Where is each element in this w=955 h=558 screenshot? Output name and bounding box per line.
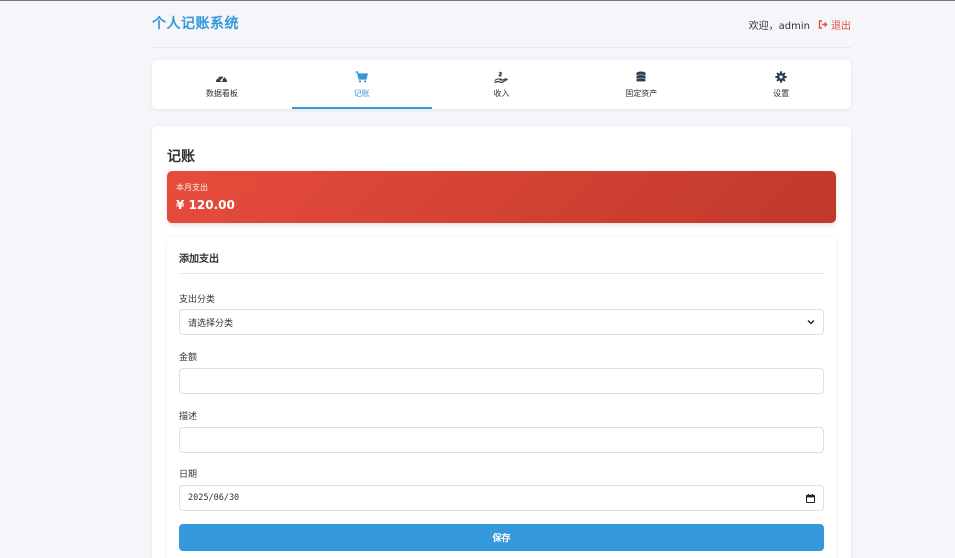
save-button-label: 保存 <box>492 534 511 544</box>
monthly-expense-label: 本月支出 <box>176 183 208 192</box>
form-title: 添加支出 <box>179 254 219 265</box>
nav-label-fixed-assets: 固定资产 <box>625 89 658 98</box>
nav-label-settings: 设置 <box>773 89 790 98</box>
user-box: 欢迎，admin 退出 <box>749 17 851 32</box>
category-select[interactable]: 请选择分类 <box>179 309 824 335</box>
nav-item-settings[interactable]: 设置 <box>711 60 851 109</box>
header: 个人记账系统 欢迎，admin 退出 <box>152 1 851 48</box>
amount-input[interactable] <box>179 368 824 394</box>
description-input[interactable] <box>179 427 824 453</box>
main-nav: 数据看板 记账 收入 固定资产 设置 <box>152 60 851 109</box>
calendar-icon[interactable] <box>806 493 815 503</box>
hand-coin-icon <box>494 71 509 83</box>
sign-out-icon <box>818 19 828 29</box>
date-input[interactable]: 2025/06/30 <box>179 485 824 511</box>
logout-button[interactable]: 退出 <box>818 17 851 32</box>
nav-label-income: 收入 <box>493 89 510 98</box>
add-expense-form: 添加支出 支出分类 请选择分类 金额 描述 日期 2025/06/30 保存 <box>167 237 836 558</box>
nav-item-income[interactable]: 收入 <box>432 60 572 109</box>
nav-label-bookkeeping: 记账 <box>353 89 370 98</box>
app-title: 个人记账系统 <box>152 16 239 32</box>
monthly-expense-value: ¥ 120.00 <box>176 198 235 212</box>
date-label: 日期 <box>179 470 198 480</box>
main-card: 记账 本月支出 ¥ 120.00 添加支出 支出分类 请选择分类 金额 描述 日… <box>152 126 851 558</box>
form-header: 添加支出 <box>179 237 824 274</box>
logout-label: 退出 <box>831 20 851 32</box>
nav-item-bookkeeping[interactable]: 记账 <box>291 60 432 109</box>
category-label: 支出分类 <box>179 295 216 305</box>
monthly-expense-card: 本月支出 ¥ 120.00 <box>167 171 836 223</box>
dashboard-icon <box>216 73 228 82</box>
nav-label-dashboard: 数据看板 <box>205 89 238 98</box>
page-container: 个人记账系统 欢迎，admin 退出 数据看板 记账 收入 固定资产 设置 记账… <box>152 1 851 558</box>
coins-icon <box>636 71 647 82</box>
amount-label: 金额 <box>179 353 198 363</box>
category-select-value: 请选择分类 <box>188 318 234 329</box>
page-title: 记账 <box>167 149 195 165</box>
date-input-value: 2025/06/30 <box>188 493 240 503</box>
save-button[interactable]: 保存 <box>179 524 824 551</box>
chevron-down-icon <box>807 320 815 325</box>
welcome-text: 欢迎，admin <box>748 20 810 32</box>
description-label: 描述 <box>179 412 198 422</box>
nav-item-dashboard[interactable]: 数据看板 <box>152 60 292 109</box>
cart-icon <box>355 71 369 83</box>
gear-icon <box>775 71 787 83</box>
nav-item-fixed-assets[interactable]: 固定资产 <box>571 60 711 109</box>
